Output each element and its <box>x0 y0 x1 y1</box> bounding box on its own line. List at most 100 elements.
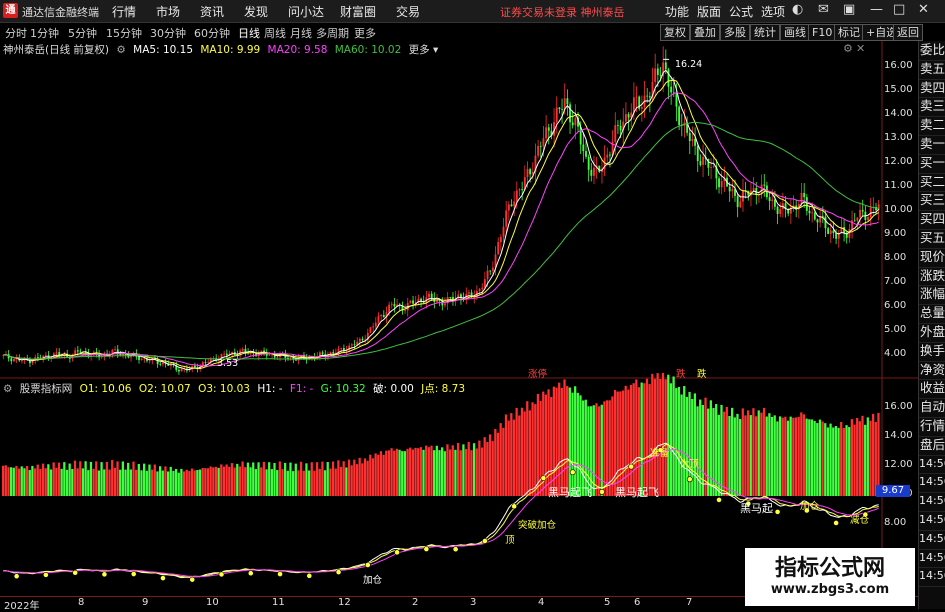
indicator-bar <box>294 463 297 496</box>
candle-body <box>635 96 638 98</box>
menu-xuanxiang[interactable]: 选项 <box>761 3 785 20</box>
candle-body <box>859 209 861 218</box>
menu-wenxiaoda[interactable]: 问小达 <box>288 3 324 20</box>
side-item[interactable]: 买三 <box>919 191 945 212</box>
side-item[interactable]: 现价 <box>919 248 945 268</box>
candle-body <box>489 270 492 272</box>
minimize-icon[interactable]: — <box>870 2 883 17</box>
candle-body <box>691 138 694 141</box>
menu-zixun[interactable]: 资讯 <box>200 3 224 20</box>
indicator-bar <box>651 373 654 496</box>
candle-body <box>771 199 774 202</box>
indicator-bar <box>645 378 649 496</box>
candle-body <box>869 207 872 218</box>
side-item[interactable]: 买五 <box>919 229 945 249</box>
side-item[interactable]: 委比 <box>919 41 945 61</box>
side-item[interactable]: 收益 <box>919 379 945 400</box>
period-5min[interactable]: 5分钟 <box>68 25 97 41</box>
side-item[interactable]: 买四 <box>919 210 945 230</box>
menu-hangqing[interactable]: 行情 <box>112 3 136 20</box>
side-item[interactable]: 14:56 <box>919 549 945 569</box>
indicator-bar <box>488 434 492 496</box>
indicator-bar <box>861 415 864 496</box>
side-item[interactable]: 外盘 <box>919 323 945 343</box>
indicator-bar <box>23 468 26 496</box>
side-item[interactable]: 涨跌 <box>919 267 945 287</box>
candle-body <box>515 190 518 202</box>
back-button[interactable]: 返回 <box>893 24 923 41</box>
period-1min[interactable]: 1分钟 <box>30 25 59 41</box>
side-item[interactable]: 盘后 <box>919 436 945 456</box>
fuquan-button[interactable]: 复权 <box>660 24 690 41</box>
period-15min[interactable]: 15分钟 <box>106 25 142 41</box>
fullscreen-icon[interactable]: ▣ <box>843 2 855 17</box>
maximize-icon[interactable]: □ <box>893 2 905 17</box>
period-weekly[interactable]: 周线 <box>264 25 286 41</box>
side-item[interactable]: 买一 <box>919 154 945 174</box>
side-item[interactable]: 买二 <box>919 173 945 193</box>
period-more[interactable]: 更多 <box>354 25 376 41</box>
message-icon[interactable]: ✉ <box>818 2 829 17</box>
indicator-bar <box>353 459 356 496</box>
side-item[interactable]: 净资 <box>919 361 945 381</box>
signal-dot <box>364 562 371 568</box>
side-item[interactable]: 卖一 <box>919 135 945 155</box>
side-item[interactable]: 14:56 <box>919 492 945 512</box>
ma60-line <box>3 121 879 360</box>
draw-button[interactable]: 画线 <box>780 24 810 41</box>
side-item[interactable]: 涨幅 <box>919 285 945 306</box>
candle-body <box>659 74 662 76</box>
period-fenshi[interactable]: 分时 <box>5 25 27 41</box>
indicator-bar <box>757 410 760 496</box>
indicator-bar <box>744 415 747 496</box>
candle-body <box>55 352 58 354</box>
menu-gongshi[interactable]: 公式 <box>729 3 753 20</box>
side-item[interactable]: 行情 <box>919 417 945 437</box>
period-monthly[interactable]: 月线 <box>290 25 312 41</box>
candle-body <box>539 146 542 147</box>
side-item[interactable]: 卖四 <box>919 79 945 99</box>
menu-banmian[interactable]: 版面 <box>697 3 721 20</box>
close-icon[interactable]: ✕ <box>918 2 929 17</box>
indicator-bar <box>451 445 454 496</box>
indicator-bar <box>768 413 771 496</box>
signal-label: 突破加仓 <box>518 520 557 531</box>
side-item[interactable]: 14:56 <box>919 455 945 475</box>
candle-body <box>31 360 34 364</box>
side-item[interactable]: 卖三 <box>919 97 945 118</box>
period-daily[interactable]: 日线 <box>238 25 260 41</box>
indicator-bar <box>433 450 436 496</box>
overlay-button[interactable]: 叠加 <box>690 24 720 41</box>
menu-caifuquan[interactable]: 财富圈 <box>340 3 376 20</box>
candle-body <box>800 192 803 205</box>
stats-button[interactable]: 统计 <box>750 24 780 41</box>
side-item[interactable]: 卖二 <box>919 116 945 136</box>
mark-button[interactable]: 标记 <box>834 24 864 41</box>
period-multi[interactable]: 多周期 <box>316 25 349 41</box>
multistock-button[interactable]: 多股 <box>720 24 750 41</box>
side-item[interactable]: 总量 <box>919 304 945 324</box>
menu-faxian[interactable]: 发现 <box>244 3 268 20</box>
period-30min[interactable]: 30分钟 <box>150 25 186 41</box>
side-item[interactable]: 换手 <box>919 342 945 362</box>
side-item[interactable]: 14:56 <box>919 567 945 588</box>
side-item[interactable]: 自动 <box>919 398 945 418</box>
indicator-bar <box>236 463 239 496</box>
skin-icon[interactable]: ◐ <box>792 2 803 17</box>
signal-dot <box>394 549 400 556</box>
side-item[interactable]: 卖五 <box>919 60 945 80</box>
indicator-bar <box>792 417 795 496</box>
menu-gongneng[interactable]: 功能 <box>665 3 689 20</box>
f10-button[interactable]: F10 <box>808 24 837 41</box>
kline-chart[interactable] <box>0 41 918 596</box>
side-item[interactable]: 14:56 <box>919 530 945 550</box>
menu-shichang[interactable]: 市场 <box>156 3 180 20</box>
side-item[interactable]: 14:56 <box>919 473 945 494</box>
indicator-bar <box>659 379 662 496</box>
indicator-bar <box>20 466 23 496</box>
candle-body <box>632 97 635 113</box>
menu-jiaoyi[interactable]: 交易 <box>396 3 420 20</box>
signal-dot <box>247 570 254 577</box>
side-item[interactable]: 14:56 <box>919 511 945 531</box>
period-60min[interactable]: 60分钟 <box>194 25 230 41</box>
